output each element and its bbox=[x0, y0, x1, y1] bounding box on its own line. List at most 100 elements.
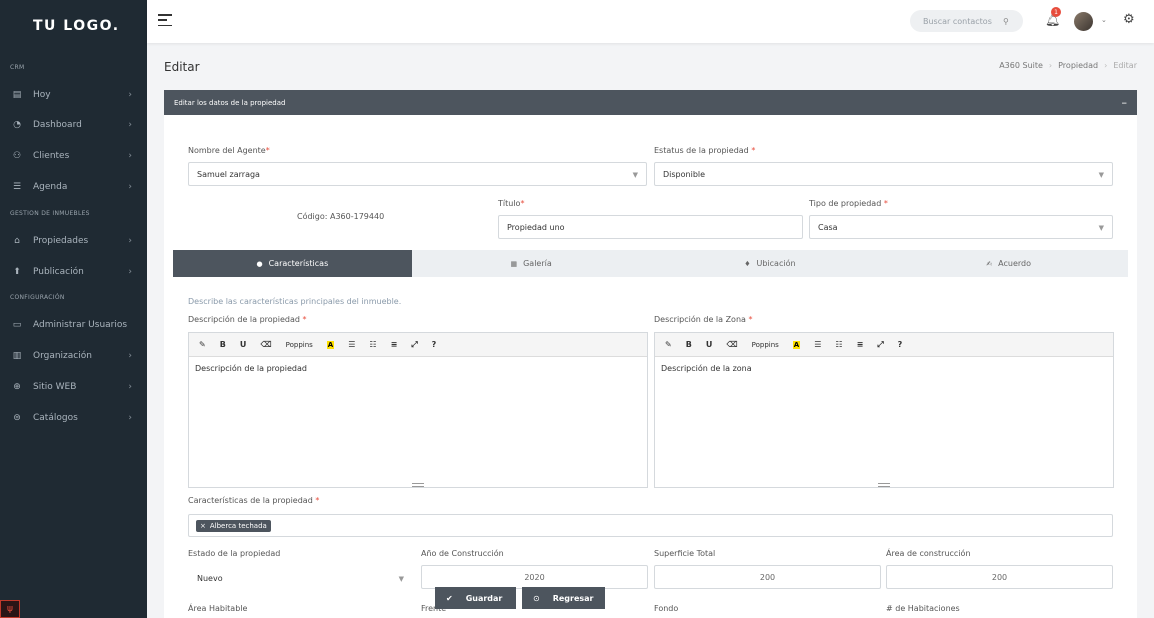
status-select[interactable]: Disponible ▼ bbox=[654, 162, 1113, 186]
card-header-title: Editar los datos de la propiedad bbox=[174, 98, 286, 107]
search-input[interactable] bbox=[923, 16, 999, 26]
chevron-down-icon: ▼ bbox=[1098, 224, 1104, 232]
ordered-list-icon[interactable]: ☷ bbox=[835, 340, 842, 349]
sidebar-item-clientes[interactable]: ⚇ Clientes › bbox=[0, 145, 147, 167]
agent-select[interactable]: Samuel zarraga ▼ bbox=[188, 162, 647, 186]
organization-icon: ▥ bbox=[12, 351, 22, 361]
year-input[interactable]: 2020 bbox=[421, 565, 648, 589]
admin-icon: ▭ bbox=[12, 320, 22, 330]
desc-property-label: Descripción de la propiedad * bbox=[188, 315, 307, 324]
publish-icon: ⬆ bbox=[13, 267, 21, 277]
save-button[interactable]: ✔ Guardar bbox=[435, 587, 516, 609]
chevron-right-icon: › bbox=[128, 90, 132, 100]
brand-badge-icon[interactable]: ψ bbox=[0, 600, 20, 618]
title-input[interactable]: Propiedad uno bbox=[498, 215, 803, 239]
dashboard-icon: ◔ bbox=[13, 120, 21, 130]
state-label: Estado de la propiedad bbox=[188, 549, 281, 558]
chevron-right-icon: › bbox=[128, 151, 132, 161]
magic-wand-icon[interactable]: ✎ bbox=[199, 340, 206, 349]
eraser-icon[interactable]: ⌫ bbox=[260, 340, 271, 349]
highlight-color-icon[interactable]: A bbox=[326, 340, 335, 349]
align-icon[interactable]: ≡ bbox=[857, 340, 864, 349]
sidebar-item-label: Dashboard bbox=[33, 120, 82, 130]
ordered-list-icon[interactable]: ☷ bbox=[369, 340, 376, 349]
check-icon: ✔ bbox=[446, 593, 453, 603]
surface-input[interactable]: 200 bbox=[654, 565, 881, 589]
editor-content[interactable]: Descripción de la propiedad bbox=[189, 357, 647, 380]
bold-icon[interactable]: B bbox=[220, 340, 226, 349]
chevron-down-icon[interactable]: ⌄ bbox=[1101, 16, 1107, 24]
agenda-icon: ☰ bbox=[12, 182, 22, 192]
users-icon: ⚇ bbox=[12, 151, 22, 161]
editor-content[interactable]: Descripción de la zona bbox=[655, 357, 1113, 380]
chevron-right-icon: › bbox=[128, 382, 132, 392]
sidebar-item-sitio-web[interactable]: ⊕ Sitio WEB › bbox=[0, 376, 147, 398]
breadcrumb-item[interactable]: Propiedad bbox=[1058, 61, 1098, 70]
tab-acuerdo[interactable]: ✍ Acuerdo bbox=[889, 250, 1128, 277]
collapse-icon[interactable]: – bbox=[1122, 96, 1128, 109]
tab-ubicacion[interactable]: ♦ Ubicación bbox=[651, 250, 890, 277]
features-tags-input[interactable]: × Alberca techada bbox=[188, 514, 1113, 537]
magic-wand-icon[interactable]: ✎ bbox=[665, 340, 672, 349]
align-icon[interactable]: ≡ bbox=[391, 340, 398, 349]
chevron-right-icon: › bbox=[128, 267, 132, 277]
sidebar-item-label: Organización bbox=[33, 351, 92, 361]
font-family-select[interactable]: Poppins bbox=[752, 341, 779, 349]
property-code: Código: A360-179440 bbox=[297, 212, 385, 221]
fullscreen-icon[interactable]: ⤢ bbox=[877, 340, 883, 350]
search-icon[interactable]: ⚲ bbox=[1003, 17, 1009, 26]
built-area-input[interactable]: 200 bbox=[886, 565, 1113, 589]
sidebar-item-label: Hoy bbox=[33, 90, 51, 100]
sidebar-section-crm: CRM bbox=[10, 64, 25, 71]
image-icon: ▦ bbox=[510, 259, 518, 268]
back-button[interactable]: ⊙ Regresar bbox=[522, 587, 605, 609]
handshake-icon: ✍ bbox=[986, 259, 993, 268]
tabs: ● Características ▦ Galería ♦ Ubicación ✍ Ac… bbox=[173, 250, 1128, 277]
eraser-icon[interactable]: ⌫ bbox=[726, 340, 737, 349]
description-hint: Describe las características principales… bbox=[188, 297, 402, 306]
hamburger-menu-icon[interactable] bbox=[158, 14, 172, 26]
sidebar-item-publicacion[interactable]: ⬆ Publicación › bbox=[0, 261, 147, 283]
year-label: Año de Construcción bbox=[421, 549, 504, 558]
property-description-editor: ✎ B U ⌫ Poppins A ☰ ☷ ≡ ⤢ ? Descripción … bbox=[188, 332, 648, 488]
sidebar-section-configuracion: CONFIGURACIÓN bbox=[10, 294, 65, 301]
gear-icon[interactable]: ⚙ bbox=[1123, 12, 1135, 27]
underline-icon[interactable]: U bbox=[240, 340, 247, 349]
search-box[interactable]: ⚲ bbox=[910, 10, 1023, 32]
resize-handle[interactable] bbox=[412, 483, 424, 487]
unordered-list-icon[interactable]: ☰ bbox=[814, 340, 821, 349]
features-label: Características de la propiedad * bbox=[188, 496, 320, 505]
sidebar-item-hoy[interactable]: ▤ Hoy › bbox=[0, 84, 147, 106]
sidebar-item-label: Propiedades bbox=[33, 236, 89, 246]
breadcrumb-item[interactable]: A360 Suite bbox=[999, 61, 1043, 70]
avatar[interactable] bbox=[1074, 12, 1093, 31]
type-select[interactable]: Casa ▼ bbox=[809, 215, 1113, 239]
agent-label: Nombre del Agente* bbox=[188, 146, 270, 155]
sidebar-item-dashboard[interactable]: ◔ Dashboard › bbox=[0, 114, 147, 136]
chevron-right-icon: › bbox=[128, 120, 132, 130]
tab-galeria[interactable]: ▦ Galería bbox=[412, 250, 651, 277]
sidebar-item-label: Clientes bbox=[33, 151, 70, 161]
sidebar-item-agenda[interactable]: ☰ Agenda › bbox=[0, 176, 147, 198]
sidebar-item-administrar-usuarios[interactable]: ▭ Administrar Usuarios bbox=[0, 314, 147, 336]
bold-icon[interactable]: B bbox=[686, 340, 692, 349]
habitable-label: Área Habitable bbox=[188, 604, 248, 613]
tab-caracteristicas[interactable]: ● Características bbox=[173, 250, 412, 277]
chevron-right-icon: › bbox=[128, 413, 132, 423]
fullscreen-icon[interactable]: ⤢ bbox=[411, 340, 417, 350]
sidebar-item-organizacion[interactable]: ▥ Organización › bbox=[0, 345, 147, 367]
underline-icon[interactable]: U bbox=[706, 340, 713, 349]
resize-handle[interactable] bbox=[878, 483, 890, 487]
remove-tag-icon[interactable]: × bbox=[200, 522, 206, 530]
title-label: Título* bbox=[498, 199, 525, 208]
state-select[interactable]: Nuevo ▼ bbox=[188, 566, 413, 590]
sidebar-item-propiedades[interactable]: ⌂ Propiedades › bbox=[0, 230, 147, 252]
notification-badge: 1 bbox=[1051, 7, 1061, 17]
home-icon: ⌂ bbox=[14, 236, 20, 246]
help-icon[interactable]: ? bbox=[898, 340, 903, 349]
help-icon[interactable]: ? bbox=[432, 340, 437, 349]
font-family-select[interactable]: Poppins bbox=[286, 341, 313, 349]
unordered-list-icon[interactable]: ☰ bbox=[348, 340, 355, 349]
highlight-color-icon[interactable]: A bbox=[792, 340, 801, 349]
sidebar-item-catalogos[interactable]: ⊜ Catálogos › bbox=[0, 407, 147, 429]
